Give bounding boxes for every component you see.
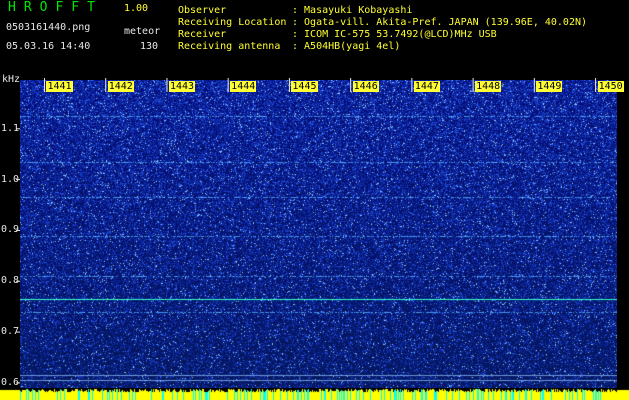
x-tick-label: 1446 xyxy=(352,81,379,92)
y-tick-label: 0.9 xyxy=(1,224,20,236)
x-tick-label: 1443 xyxy=(168,81,196,92)
meteor-count: 130 xyxy=(140,41,159,52)
receiver-label: Receiver xyxy=(178,29,227,40)
x-tick-label: 1450 xyxy=(597,81,624,92)
x-tick-label: 1442 xyxy=(107,81,134,92)
location-label: Receiving Location xyxy=(178,17,287,28)
x-tick-label: 1449 xyxy=(536,81,563,92)
y-tick-label: 0.7 xyxy=(1,326,20,338)
x-tick-label: 1445 xyxy=(291,81,318,92)
y-tick-label: 0.6 xyxy=(1,376,20,388)
y-tick-label: 1.1 xyxy=(1,122,20,134)
y-tick-label: 0.8 xyxy=(1,275,20,287)
mode-label: meteor xyxy=(124,26,161,37)
observer-label: Observer xyxy=(178,5,227,16)
x-tick-label: 1441 xyxy=(46,81,73,92)
x-tick-label: 1444 xyxy=(230,81,257,92)
timestamp-label: 05.03.16 14:40 xyxy=(6,41,91,52)
x-tick-label: 1447 xyxy=(413,81,440,92)
location-value: : Ogata-vill. Akita-Pref. JAPAN (139.96E… xyxy=(292,17,588,28)
x-tick-label: 1448 xyxy=(475,81,502,92)
y-tick-label: 1.0 xyxy=(1,173,20,185)
receiver-value: : ICOM IC-575 53.7492(@LCD)MHz USB xyxy=(292,29,497,40)
signal-strength-strip xyxy=(0,388,629,400)
app-version: 1.00 xyxy=(124,3,149,14)
filename-label: 0503161440.png xyxy=(6,22,91,33)
antenna-label: Receiving antenna xyxy=(178,41,281,52)
spectrogram-image xyxy=(20,80,617,388)
hrofft-window: HROFFT 1.00 0503161440.png meteor 05.03.… xyxy=(0,0,629,400)
observer-value: : Masayuki Kobayashi xyxy=(292,5,413,16)
antenna-value: : A504HB(yagi 4el) xyxy=(292,41,401,52)
app-title: HROFFT xyxy=(8,0,103,15)
y-axis-unit: kHz xyxy=(2,74,21,85)
